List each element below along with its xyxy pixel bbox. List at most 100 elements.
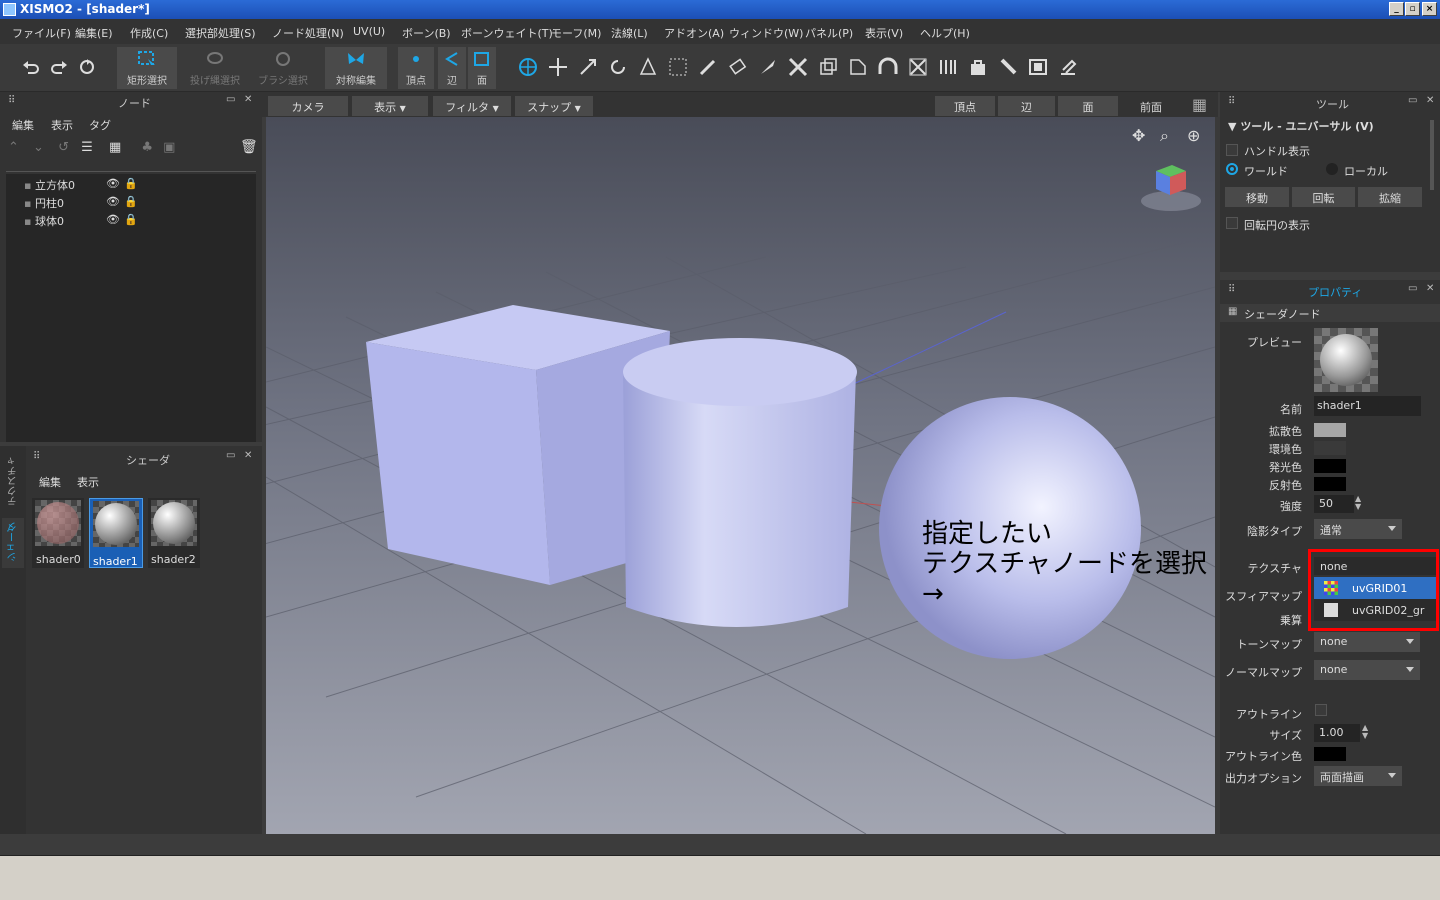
marquee-icon[interactable] <box>667 56 689 78</box>
minimize-panel-icon[interactable]: ▭ <box>226 450 235 461</box>
size-spinner-icon[interactable]: ▲ ▼ <box>1362 724 1368 740</box>
bridge-icon[interactable] <box>877 56 899 78</box>
shader-menu-view[interactable]: 表示 <box>77 474 99 490</box>
pen-icon[interactable] <box>697 56 719 78</box>
menu-window[interactable]: ウィンドウ(W) <box>729 25 803 41</box>
grip-icon[interactable]: ⠿ <box>8 95 15 106</box>
node-item[interactable]: ▪ 円柱0 <box>24 195 64 211</box>
minimize-button[interactable]: _ <box>1389 2 1404 16</box>
front-view-label[interactable]: 前面 <box>1122 96 1180 116</box>
local-radio[interactable] <box>1326 163 1338 175</box>
grip-icon[interactable]: ⠿ <box>33 451 40 462</box>
menu-bone[interactable]: ボーン(B) <box>402 25 451 41</box>
menu-addon[interactable]: アドオン(A) <box>664 25 724 41</box>
close-panel-icon[interactable]: ✕ <box>244 450 252 461</box>
eye-icon[interactable]: 👁 <box>106 195 120 208</box>
grid-icon[interactable]: ▦ <box>109 140 121 155</box>
close-panel-icon[interactable]: ✕ <box>1426 95 1434 106</box>
face-mode-button[interactable]: 面 <box>468 47 496 89</box>
maximize-button[interactable]: ▫ <box>1405 2 1420 16</box>
uv-icon[interactable] <box>937 56 959 78</box>
tool-scrollbar[interactable] <box>1430 120 1434 190</box>
menu-panel[interactable]: パネル(P) <box>805 25 853 41</box>
edge-mode-button[interactable]: 辺 <box>438 47 466 89</box>
group-icon[interactable]: ♣ <box>141 140 153 155</box>
shader-thumb[interactable]: shader2 <box>148 498 200 568</box>
move-down-icon[interactable]: ⌄ <box>33 140 44 155</box>
minimize-panel-icon[interactable]: ▭ <box>226 94 235 105</box>
node-menu-tag[interactable]: タグ <box>89 117 111 133</box>
node-menu-edit[interactable]: 編集 <box>12 117 34 133</box>
tab-shader[interactable]: シェーダ <box>6 522 21 562</box>
name-input[interactable]: shader1 <box>1314 396 1421 416</box>
world-radio[interactable] <box>1226 163 1238 175</box>
lasso-select-button[interactable]: 投げ縄選択 <box>183 47 247 89</box>
rotate-button[interactable]: 回転 <box>1292 187 1355 207</box>
outline-checkbox[interactable] <box>1315 704 1327 716</box>
emissive-color-swatch[interactable] <box>1314 459 1346 473</box>
brush-icon[interactable] <box>997 56 1019 78</box>
menu-boneweight[interactable]: ボーンウェイト(T) <box>461 25 553 41</box>
shader-thumb-selected[interactable]: shader1 <box>89 498 143 568</box>
menu-help[interactable]: ヘルプ(H) <box>920 25 970 41</box>
camera-dropdown[interactable]: カメラ <box>268 96 348 116</box>
vertex-mode-button[interactable]: 頂点 <box>398 47 434 89</box>
menu-normal[interactable]: 法線(L) <box>611 25 648 41</box>
shader-thumb[interactable]: shader0 <box>32 498 84 568</box>
node-item[interactable]: ▪ 球体0 <box>24 213 64 229</box>
pan-icon[interactable]: ✥ <box>1132 126 1145 145</box>
recycle-icon[interactable] <box>76 56 98 78</box>
ambient-color-swatch[interactable] <box>1314 441 1346 455</box>
node-menu-view[interactable]: 表示 <box>51 117 73 133</box>
rotation-circle-checkbox[interactable] <box>1226 217 1238 229</box>
shader-menu-edit[interactable]: 編集 <box>39 474 61 490</box>
reset-icon[interactable]: ↺ <box>58 140 69 155</box>
zoom-icon[interactable]: ⌕ <box>1160 126 1169 146</box>
minimize-panel-icon[interactable]: ▭ <box>1408 283 1417 294</box>
globe-icon[interactable] <box>517 56 539 78</box>
extrude-icon[interactable] <box>817 56 839 78</box>
face-toggle[interactable]: 面 <box>1058 96 1118 116</box>
filter-dropdown[interactable]: フィルタ ▼ <box>433 96 511 116</box>
tool-section-header[interactable]: ▼ ツール - ユニバーサル (V) <box>1228 118 1374 134</box>
toon-map-dropdown[interactable]: none <box>1314 632 1420 652</box>
outline-size-input[interactable]: 1.00 <box>1314 724 1360 742</box>
view-dropdown[interactable]: 表示 ▼ <box>352 96 428 116</box>
eraser-icon[interactable] <box>727 56 749 78</box>
viewport-layout-icon[interactable]: ▦ <box>1192 95 1212 115</box>
close-panel-icon[interactable]: ✕ <box>244 94 252 105</box>
film-icon[interactable] <box>1027 56 1049 78</box>
menu-node[interactable]: ノード処理(N) <box>272 25 344 41</box>
grip-icon[interactable]: ⠿ <box>1228 96 1235 107</box>
box-icon[interactable]: ▣ <box>163 140 175 155</box>
diffuse-color-swatch[interactable] <box>1314 423 1346 437</box>
outline-color-swatch[interactable] <box>1314 747 1346 761</box>
output-option-dropdown[interactable]: 両面描画 <box>1314 766 1402 786</box>
menu-file[interactable]: ファイル(F) <box>12 25 71 41</box>
menu-view[interactable]: 表示(V) <box>865 25 903 41</box>
eye-icon[interactable]: 👁 <box>106 213 120 226</box>
undo-icon[interactable] <box>20 56 42 78</box>
symmetry-edit-button[interactable]: 対称編集 <box>325 47 387 89</box>
lock-icon[interactable]: 🔒 <box>124 177 138 190</box>
move-up-icon[interactable]: ⌃ <box>8 140 19 155</box>
rect-select-button[interactable]: 矩形選択 <box>117 47 177 89</box>
move-icon[interactable] <box>547 56 569 78</box>
lock-icon[interactable]: 🔒 <box>124 213 138 226</box>
grip-icon[interactable]: ⠿ <box>1228 284 1235 295</box>
cylinder-object[interactable] <box>623 338 857 627</box>
properties-section-header[interactable]: ▦ シェーダノード <box>1220 304 1440 322</box>
menu-selection[interactable]: 選択部処理(S) <box>185 25 256 41</box>
view-cube-icon[interactable] <box>1136 157 1206 213</box>
bevel-icon[interactable] <box>847 56 869 78</box>
bag-icon[interactable] <box>967 56 989 78</box>
3d-viewport[interactable]: 指定したい テクスチャノードを選択→ ✥ ⌕ ⊕ <box>266 117 1215 834</box>
menu-uv[interactable]: UV(U) <box>353 25 385 38</box>
node-item[interactable]: ▪ 立方体0 <box>24 177 75 193</box>
knife-icon[interactable] <box>757 56 779 78</box>
orbit-icon[interactable]: ⊕ <box>1187 126 1200 145</box>
move-button[interactable]: 移動 <box>1225 187 1289 207</box>
collapse-icon[interactable] <box>907 56 929 78</box>
lock-icon[interactable]: 🔒 <box>124 195 138 208</box>
vertex-toggle[interactable]: 頂点 <box>935 96 995 116</box>
